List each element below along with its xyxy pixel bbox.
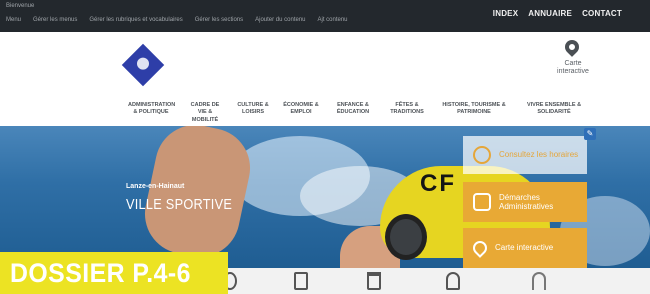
hero-title: VILLE SPORTIVE (126, 196, 233, 213)
dossier-banner: DOSSIER P.4-6 (0, 252, 228, 294)
admin-bar-item[interactable]: Ajouter du contenu (255, 17, 305, 23)
admin-bar-item[interactable]: Gérer les sections (195, 17, 243, 23)
nav-item-administration[interactable]: ADMINISTRATION & POLITIQUE (122, 102, 180, 117)
nav-item-economie[interactable]: ÉCONOMIE & EMPLOI (276, 102, 326, 117)
demarches-button[interactable]: Démarches Administratives (463, 182, 587, 222)
carte-interactive-link[interactable]: Carte interactive (548, 60, 598, 77)
top-nav: INDEX ANNUAIRE CONTACT (493, 9, 622, 18)
nav-item-vivre-ensemble[interactable]: VIVRE ENSEMBLE & SOLIDARITÉ (514, 102, 594, 117)
dossier-banner-text: DOSSIER P.4-6 (10, 258, 191, 288)
hero-subtitle: Lanze-en-Hainaut (126, 183, 185, 190)
admin-bar-item[interactable]: Gérer les menus (33, 17, 77, 23)
goggle (385, 214, 427, 260)
admin-bar-item[interactable]: Gérer les rubriques et vocabulaires (89, 17, 182, 23)
carte-button-label: Carte interactive (495, 243, 554, 253)
admin-bar-item[interactable]: Menu (6, 17, 21, 23)
top-nav-index-link[interactable]: INDEX (493, 9, 518, 18)
hero-banner: CF Lanze-en-Hainaut VILLE SPORTIVE Consu… (0, 126, 650, 268)
map-pin-icon[interactable] (562, 37, 582, 57)
browser-page: Bienvenue Menu Gérer les menus Gérer les… (0, 0, 650, 294)
nav-item-enfance[interactable]: ENFANCE & ÉDUCATION (326, 102, 380, 117)
admin-bar: Bienvenue Menu Gérer les menus Gérer les… (0, 0, 650, 32)
swim-cap-text: CF (420, 170, 456, 197)
phone-icon[interactable] (294, 272, 308, 290)
trash-icon[interactable] (367, 272, 381, 290)
nav-item-cadre-de-vie[interactable]: CADRE DE VIE & MOBILITÉ (180, 102, 230, 124)
admin-bar-row-1: Bienvenue (6, 3, 34, 9)
document-icon (473, 193, 491, 211)
top-nav-contact-link[interactable]: CONTACT (582, 9, 622, 18)
main-nav: ADMINISTRATION & POLITIQUE CADRE DE VIE … (122, 102, 594, 124)
top-nav-annuaire-link[interactable]: ANNUAIRE (528, 9, 572, 18)
town-logo[interactable] (121, 43, 165, 87)
horaires-button-label: Consultez les horaires (499, 150, 579, 160)
demarches-button-label: Démarches Administratives (499, 192, 554, 211)
nav-item-culture[interactable]: CULTURE & LOISIRS (230, 102, 276, 117)
health-icon[interactable] (446, 272, 460, 290)
site-header: Carte interactive ADMINISTRATION & POLIT… (0, 32, 650, 126)
horaires-button[interactable]: Consultez les horaires (463, 136, 587, 174)
admin-bar-item[interactable]: Bienvenue (6, 3, 34, 9)
admin-bar-item[interactable]: Ajt contenu (318, 17, 348, 23)
map-pin-icon (470, 238, 490, 258)
nav-item-fetes[interactable]: FÊTES & TRADITIONS (380, 102, 434, 117)
nav-item-histoire[interactable]: HISTOIRE, TOURISME & PATRIMOINE (434, 102, 514, 117)
edit-pencil-icon[interactable]: ✎ (584, 128, 596, 140)
carte-button[interactable]: Carte interactive (463, 228, 587, 268)
clock-icon (473, 146, 491, 164)
dome-icon[interactable] (532, 272, 546, 290)
admin-bar-row-2: Menu Gérer les menus Gérer les rubriques… (6, 17, 348, 23)
